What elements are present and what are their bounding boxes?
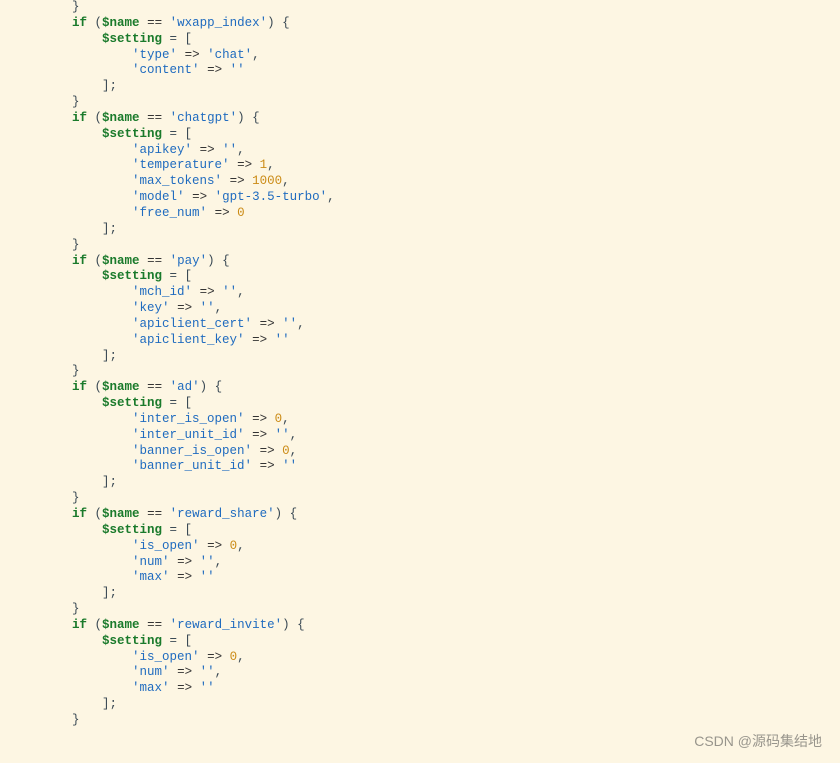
watermark-text: CSDN @源码集结地 [694,731,822,751]
code-block: } if ($name == 'wxapp_index') { $setting… [0,0,840,729]
